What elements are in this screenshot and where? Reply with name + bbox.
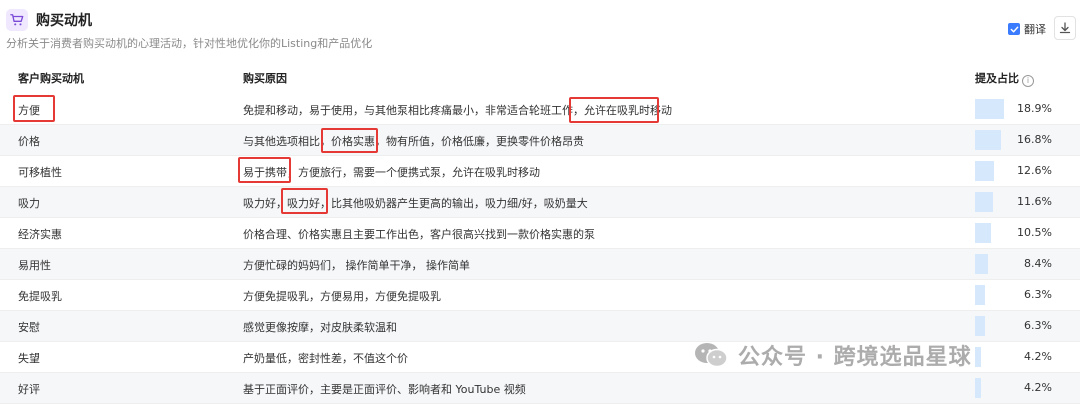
- share-percent: 6.3%: [1024, 319, 1052, 332]
- table-row: 可移植性 易于携带，方便旅行，需要一个便携式泵，允许在吸乳时移动 12.6%: [0, 156, 1080, 187]
- motive-cell: 可移植性: [18, 166, 62, 179]
- column-header-share: 提及占比 i: [975, 70, 1034, 87]
- table-row: 吸力 吸力好，吸力好，比其他吸奶器产生更高的输出，吸力细/好，吸奶量大 11.6%: [0, 187, 1080, 218]
- shopping-cart-icon: [6, 9, 28, 31]
- column-header-reason: 购买原因: [243, 72, 287, 85]
- motive-cell: 价格: [18, 135, 40, 148]
- share-percent: 4.2%: [1024, 350, 1052, 363]
- table-row: 安慰 感觉更像按摩，对皮肤柔软温和 6.3%: [0, 311, 1080, 342]
- translate-label: 翻译: [1024, 23, 1046, 36]
- share-bar: [975, 378, 981, 398]
- share-percent: 11.6%: [1017, 195, 1052, 208]
- motive-cell: 吸力: [18, 197, 40, 210]
- watermark: 公众号 · 跨境选品星球: [694, 339, 972, 371]
- share-percent: 4.2%: [1024, 381, 1052, 394]
- share-percent: 16.8%: [1017, 133, 1052, 146]
- checkbox-checked-icon[interactable]: [1008, 23, 1020, 35]
- reason-cell: 产奶量低，密封性差，不值这个价: [243, 352, 408, 365]
- motive-cell: 经济实惠: [18, 228, 62, 241]
- reason-cell: 价格合理、价格实惠且主要工作出色，客户很高兴找到一款价格实惠的泵: [243, 228, 595, 241]
- download-icon: [1059, 22, 1071, 34]
- reason-cell: 感觉更像按摩，对皮肤柔软温和: [243, 321, 397, 334]
- reason-cell: 吸力好，吸力好，比其他吸奶器产生更高的输出，吸力细/好，吸奶量大: [243, 197, 588, 210]
- column-header-motive: 客户购买动机: [18, 72, 84, 85]
- motive-cell: 易用性: [18, 259, 51, 272]
- share-percent: 12.6%: [1017, 164, 1052, 177]
- table-row: 价格 与其他选项相比，价格实惠，物有所值，价格低廉，更换零件价格昂贵 16.8%: [0, 125, 1080, 156]
- reason-cell: 方便免提吸乳，方便易用，方便免提吸乳: [243, 290, 441, 303]
- share-bar: [975, 316, 985, 336]
- share-bar: [975, 347, 981, 367]
- watermark-text: 公众号 · 跨境选品星球: [738, 345, 972, 370]
- info-icon[interactable]: i: [1022, 74, 1034, 87]
- reason-cell: 易于携带，方便旅行，需要一个便携式泵，允许在吸乳时移动: [243, 166, 540, 179]
- motive-cell: 方便: [18, 104, 40, 117]
- motive-cell: 安慰: [18, 321, 40, 334]
- table-row: 好评 基于正面评价，主要是正面评价、影响者和 YouTube 视频 4.2%: [0, 373, 1080, 404]
- reason-cell: 免提和移动，易于使用，与其他泵相比疼痛最小，非常适合轮班工作，允许在吸乳时移动: [243, 104, 672, 117]
- motive-cell: 失望: [18, 352, 40, 365]
- share-bar: [975, 99, 1004, 119]
- reason-cell: 方便忙碌的妈妈们， 操作简单干净， 操作简单: [243, 259, 470, 272]
- table-row: 免提吸乳 方便免提吸乳，方便易用，方便免提吸乳 6.3%: [0, 280, 1080, 311]
- share-percent: 10.5%: [1017, 226, 1052, 239]
- column-header-share-label: 提及占比: [975, 72, 1019, 85]
- reason-cell: 与其他选项相比，价格实惠，物有所值，价格低廉，更换零件价格昂贵: [243, 135, 584, 148]
- share-percent: 8.4%: [1024, 257, 1052, 270]
- table-row: 方便 免提和移动，易于使用，与其他泵相比疼痛最小，非常适合轮班工作，允许在吸乳时移…: [0, 94, 1080, 125]
- table-header: 客户购买动机 购买原因 提及占比 i: [0, 62, 1080, 92]
- motive-cell: 好评: [18, 383, 40, 396]
- translate-toggle[interactable]: 翻译: [1008, 21, 1046, 37]
- share-bar: [975, 161, 994, 181]
- share-bar: [975, 223, 991, 243]
- share-bar: [975, 285, 985, 305]
- table-row: 易用性 方便忙碌的妈妈们， 操作简单干净， 操作简单 8.4%: [0, 249, 1080, 280]
- share-bar: [975, 192, 993, 212]
- download-button[interactable]: [1054, 16, 1076, 40]
- share-bar: [975, 130, 1001, 150]
- section-header: 购买动机 分析关于消费者购买动机的心理活动，针对性地优化你的Listing和产品…: [0, 0, 1080, 60]
- share-percent: 6.3%: [1024, 288, 1052, 301]
- section-title: 购买动机: [36, 13, 92, 29]
- table-row: 经济实惠 价格合理、价格实惠且主要工作出色，客户很高兴找到一款价格实惠的泵 10.5…: [0, 218, 1080, 249]
- motive-cell: 免提吸乳: [18, 290, 62, 303]
- wechat-icon: [695, 343, 728, 368]
- reason-cell: 基于正面评价，主要是正面评价、影响者和 YouTube 视频: [243, 383, 526, 396]
- share-bar: [975, 254, 988, 274]
- section-subtitle: 分析关于消费者购买动机的心理活动，针对性地优化你的Listing和产品优化: [6, 37, 373, 50]
- share-percent: 18.9%: [1017, 102, 1052, 115]
